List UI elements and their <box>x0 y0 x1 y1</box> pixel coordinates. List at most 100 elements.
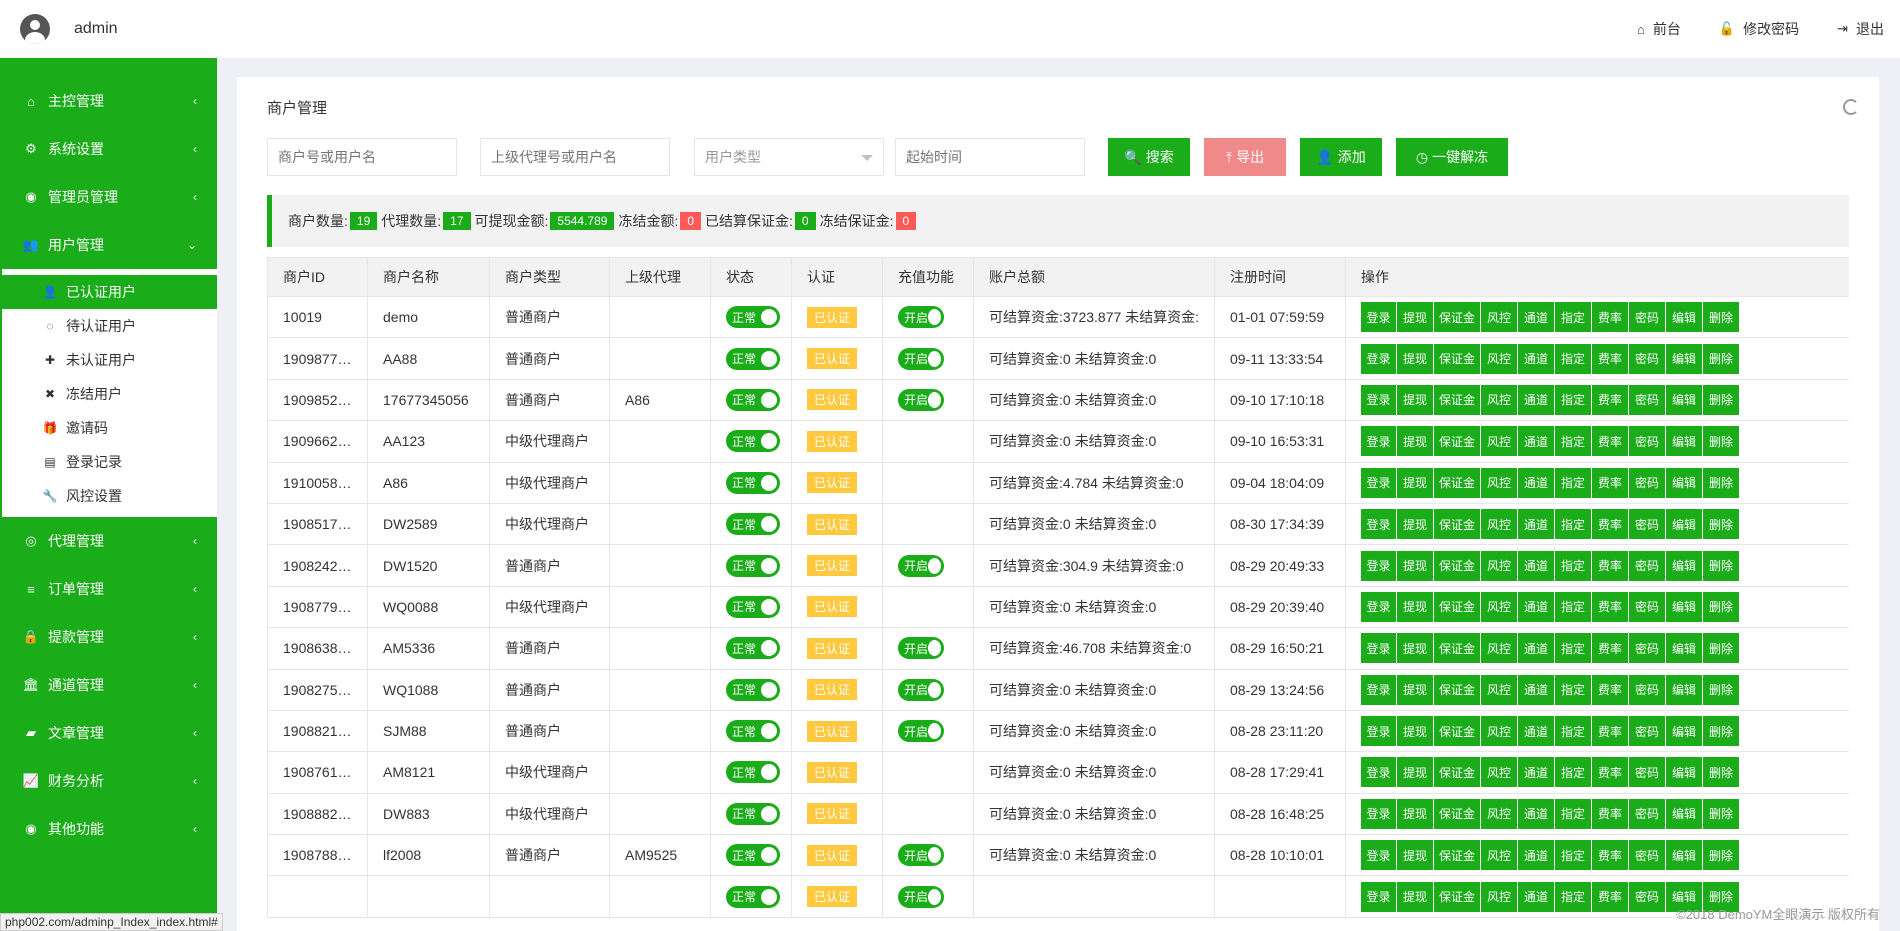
op-button-6[interactable]: 费率 <box>1592 509 1629 540</box>
op-button-6[interactable]: 费率 <box>1592 840 1629 871</box>
op-button-2[interactable]: 保证金 <box>1434 343 1481 374</box>
op-button-8[interactable]: 编辑 <box>1666 633 1703 664</box>
status-toggle[interactable]: 正常 <box>726 885 780 908</box>
op-button-0[interactable]: 登录 <box>1361 302 1397 333</box>
op-button-6[interactable]: 费率 <box>1592 343 1629 374</box>
sidebar-item-users[interactable]: 👥 用户管理 ⌄ <box>0 221 217 269</box>
status-toggle[interactable]: 正常 <box>726 802 780 825</box>
op-button-4[interactable]: 通道 <box>1518 633 1555 664</box>
submenu-item[interactable]: ✖ 冻结用户 <box>2 377 217 411</box>
op-button-1[interactable]: 提现 <box>1397 509 1434 540</box>
op-button-4[interactable]: 通道 <box>1518 757 1555 788</box>
status-toggle[interactable]: 正常 <box>726 471 780 494</box>
recharge-toggle[interactable]: 开启 <box>898 347 944 370</box>
op-button-7[interactable]: 密码 <box>1629 881 1666 912</box>
op-button-9[interactable]: 删除 <box>1703 343 1740 374</box>
op-button-3[interactable]: 风控 <box>1481 674 1518 705</box>
op-button-8[interactable]: 编辑 <box>1666 840 1703 871</box>
op-button-9[interactable]: 删除 <box>1703 716 1740 747</box>
status-toggle[interactable]: 正常 <box>726 844 780 867</box>
recharge-toggle[interactable]: 开启 <box>898 885 944 908</box>
op-button-1[interactable]: 提现 <box>1397 840 1434 871</box>
op-button-5[interactable]: 指定 <box>1555 716 1592 747</box>
status-toggle[interactable]: 正常 <box>726 513 780 536</box>
op-button-1[interactable]: 提现 <box>1397 426 1434 457</box>
status-toggle[interactable]: 正常 <box>726 347 780 370</box>
start-time-input[interactable] <box>895 138 1085 176</box>
op-button-9[interactable]: 删除 <box>1703 798 1740 829</box>
op-button-2[interactable]: 保证金 <box>1434 591 1481 622</box>
op-button-6[interactable]: 费率 <box>1592 633 1629 664</box>
op-button-9[interactable]: 删除 <box>1703 591 1740 622</box>
op-button-4[interactable]: 通道 <box>1518 426 1555 457</box>
agent-search-input[interactable] <box>480 138 670 176</box>
op-button-9[interactable]: 删除 <box>1703 633 1740 664</box>
op-button-1[interactable]: 提现 <box>1397 633 1434 664</box>
op-button-2[interactable]: 保证金 <box>1434 798 1481 829</box>
recharge-toggle[interactable]: 开启 <box>898 720 944 743</box>
op-button-8[interactable]: 编辑 <box>1666 550 1703 581</box>
op-button-6[interactable]: 费率 <box>1592 798 1629 829</box>
op-button-1[interactable]: 提现 <box>1397 716 1434 747</box>
op-button-6[interactable]: 费率 <box>1592 302 1629 333</box>
avatar[interactable] <box>20 14 50 44</box>
op-button-6[interactable]: 费率 <box>1592 550 1629 581</box>
unfreeze-all-button[interactable]: ◷ 一键解冻 <box>1396 138 1508 176</box>
op-button-0[interactable]: 登录 <box>1361 343 1397 374</box>
op-button-7[interactable]: 密码 <box>1629 798 1666 829</box>
op-button-2[interactable]: 保证金 <box>1434 550 1481 581</box>
op-button-0[interactable]: 登录 <box>1361 467 1397 498</box>
op-button-0[interactable]: 登录 <box>1361 674 1397 705</box>
op-button-9[interactable]: 删除 <box>1703 509 1740 540</box>
recharge-toggle[interactable]: 开启 <box>898 844 944 867</box>
op-button-3[interactable]: 风控 <box>1481 384 1518 415</box>
op-button-3[interactable]: 风控 <box>1481 591 1518 622</box>
op-button-3[interactable]: 风控 <box>1481 302 1518 333</box>
submenu-item[interactable]: ▤ 登录记录 <box>2 445 217 479</box>
op-button-1[interactable]: 提现 <box>1397 798 1434 829</box>
op-button-7[interactable]: 密码 <box>1629 633 1666 664</box>
sidebar-item-chart[interactable]: 📈 财务分析 ‹ <box>0 757 217 805</box>
op-button-5[interactable]: 指定 <box>1555 384 1592 415</box>
status-toggle[interactable]: 正常 <box>726 678 780 701</box>
sidebar-item-user-circle[interactable]: ◉ 其他功能 ‹ <box>0 805 217 853</box>
op-button-3[interactable]: 风控 <box>1481 716 1518 747</box>
status-toggle[interactable]: 正常 <box>726 720 780 743</box>
op-button-2[interactable]: 保证金 <box>1434 674 1481 705</box>
op-button-4[interactable]: 通道 <box>1518 384 1555 415</box>
op-button-4[interactable]: 通道 <box>1518 674 1555 705</box>
op-button-5[interactable]: 指定 <box>1555 343 1592 374</box>
op-button-8[interactable]: 编辑 <box>1666 798 1703 829</box>
op-button-9[interactable]: 删除 <box>1703 674 1740 705</box>
op-button-2[interactable]: 保证金 <box>1434 509 1481 540</box>
recharge-toggle[interactable]: 开启 <box>898 388 944 411</box>
change-password-link[interactable]: 🔓 修改密码 <box>1719 19 1799 39</box>
op-button-9[interactable]: 删除 <box>1703 426 1740 457</box>
op-button-2[interactable]: 保证金 <box>1434 716 1481 747</box>
op-button-0[interactable]: 登录 <box>1361 550 1397 581</box>
op-button-5[interactable]: 指定 <box>1555 591 1592 622</box>
op-button-2[interactable]: 保证金 <box>1434 757 1481 788</box>
op-button-3[interactable]: 风控 <box>1481 550 1518 581</box>
op-button-4[interactable]: 通道 <box>1518 840 1555 871</box>
submenu-item[interactable]: 🎁 邀请码 <box>2 411 217 445</box>
op-button-5[interactable]: 指定 <box>1555 550 1592 581</box>
op-button-2[interactable]: 保证金 <box>1434 384 1481 415</box>
recharge-toggle[interactable]: 开启 <box>898 554 944 577</box>
op-button-8[interactable]: 编辑 <box>1666 384 1703 415</box>
sidebar-item-lock[interactable]: 🔒 提款管理 ‹ <box>0 613 217 661</box>
status-toggle[interactable]: 正常 <box>726 637 780 660</box>
op-button-0[interactable]: 登录 <box>1361 840 1397 871</box>
op-button-9[interactable]: 删除 <box>1703 550 1740 581</box>
op-button-8[interactable]: 编辑 <box>1666 757 1703 788</box>
home-link[interactable]: ⌂ 前台 <box>1637 19 1681 39</box>
op-button-3[interactable]: 风控 <box>1481 881 1518 912</box>
op-button-7[interactable]: 密码 <box>1629 716 1666 747</box>
op-button-6[interactable]: 费率 <box>1592 426 1629 457</box>
sidebar-item-list[interactable]: ≡ 订单管理 ‹ <box>0 565 217 613</box>
sidebar-item-home[interactable]: ⌂ 主控管理 ‹ <box>0 77 217 125</box>
op-button-1[interactable]: 提现 <box>1397 550 1434 581</box>
op-button-3[interactable]: 风控 <box>1481 798 1518 829</box>
recharge-toggle[interactable]: 开启 <box>898 678 944 701</box>
add-button[interactable]: 👤 添加 <box>1300 138 1382 176</box>
